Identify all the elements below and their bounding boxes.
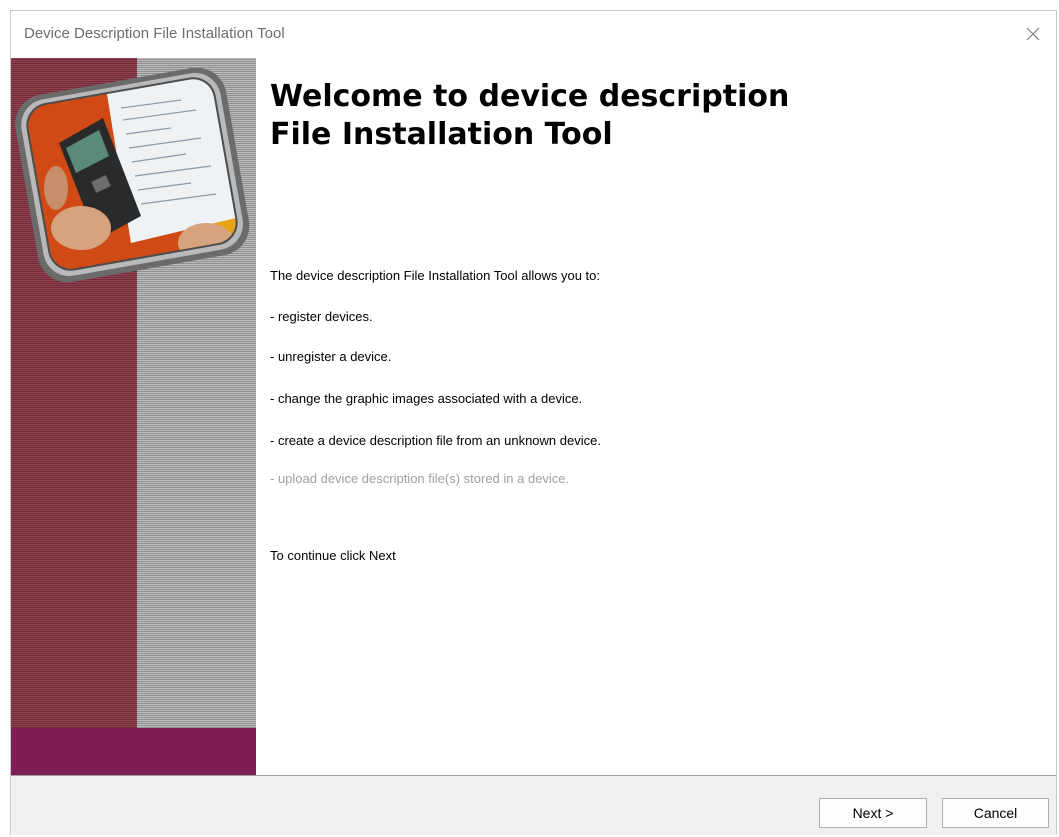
page-title: Welcome to device description File Insta… — [270, 78, 789, 154]
sidebar-footer-band — [11, 728, 256, 775]
device-photo — [15, 68, 250, 283]
cancel-button[interactable]: Cancel — [942, 798, 1049, 828]
close-icon — [1026, 27, 1040, 41]
title-line-2: File Installation Tool — [270, 117, 613, 152]
feature-item-change-images: - change the graphic images associated w… — [270, 391, 583, 406]
close-button[interactable] — [1010, 11, 1056, 57]
feature-item-unregister: - unregister a device. — [270, 349, 392, 364]
title-bar[interactable]: Device Description File Installation Too… — [11, 11, 1056, 59]
continue-instruction: To continue click Next — [270, 548, 396, 563]
welcome-content: Welcome to device description File Insta… — [256, 58, 1056, 775]
wizard-page: Welcome to device description File Insta… — [11, 58, 1056, 775]
feature-item-create-file: - create a device description file from … — [270, 433, 601, 448]
feature-item-register: - register devices. — [270, 309, 373, 324]
next-button[interactable]: Next > — [819, 798, 927, 828]
intro-text: The device description File Installation… — [270, 268, 600, 283]
title-line-1: Welcome to device description — [270, 79, 790, 114]
button-bar: Next > Cancel — [11, 775, 1056, 835]
wizard-sidebar — [11, 58, 256, 775]
feature-item-upload-disabled: - upload device description file(s) stor… — [270, 471, 570, 486]
window-title: Device Description File Installation Too… — [24, 25, 285, 42]
installer-window: Device Description File Installation Too… — [10, 10, 1057, 835]
